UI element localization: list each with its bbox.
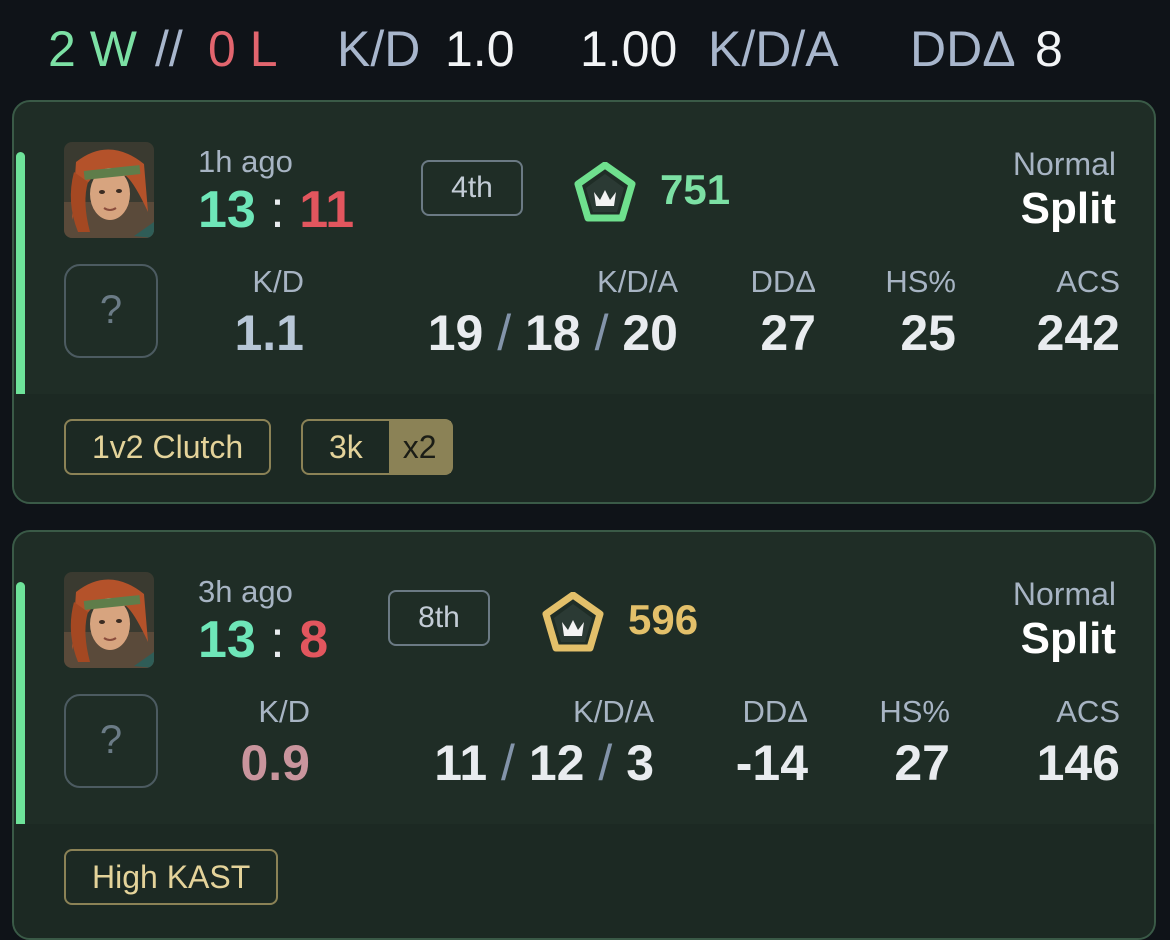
kda-slash: / [598, 735, 613, 791]
stat-label-hs: HS% [879, 694, 950, 729]
kills: 11 [434, 735, 488, 791]
dda-label: DDΔ [910, 21, 1016, 77]
stat-kd: 1.1 [234, 305, 304, 361]
game-mode: Normal [1012, 576, 1116, 612]
stat-hs: 27 [894, 735, 950, 791]
stat-acs: 242 [1036, 305, 1120, 361]
stat-kda: 19 / 18 / 20 [344, 304, 678, 362]
map-name: Split [1020, 184, 1116, 233]
score-enemy: 8 [299, 611, 329, 669]
stat-label-dda: DDΔ [750, 264, 816, 299]
tag-multikill[interactable]: 3k x2 [301, 419, 453, 475]
rank-emblem-green-icon [574, 162, 636, 224]
stat-dda: 27 [760, 305, 816, 361]
kda-value: 1.00 [580, 21, 678, 77]
kda-slash: / [594, 305, 609, 361]
kd-label: K/D [337, 21, 421, 77]
stat-kda: 11 / 12 / 3 [344, 734, 654, 792]
assists: 20 [622, 305, 678, 361]
losses-count: 0 L [208, 21, 278, 77]
tag-clutch[interactable]: 1v2 Clutch [64, 419, 272, 475]
rank-rating: 751 [660, 166, 731, 213]
placement-badge: 8th [388, 590, 490, 646]
agent-avatar-icon [64, 572, 154, 668]
unknown-rank-icon: ? [64, 694, 158, 788]
score-enemy: 11 [299, 181, 355, 239]
deaths: 18 [525, 305, 581, 361]
stat-label-kd: K/D [258, 694, 310, 729]
unknown-rank-icon: ? [64, 264, 158, 358]
stat-dda: -14 [735, 735, 808, 791]
deaths: 12 [528, 735, 585, 791]
stat-label-acs: ACS [1056, 264, 1120, 299]
dda-value: 8 [1035, 21, 1063, 77]
summary-bar: 2 W // 0 L K/D 1.0 1.00 K/D/A DDΔ 8 [0, 0, 1170, 100]
stat-label-hs: HS% [885, 264, 956, 299]
stat-kd: 0.9 [240, 735, 310, 791]
stat-label-dda: DDΔ [742, 694, 808, 729]
stat-label-kd: K/D [252, 264, 304, 299]
score-team: 13 [198, 181, 256, 239]
kd-value: 1.0 [445, 21, 515, 77]
assists: 3 [626, 735, 654, 791]
kills: 19 [427, 305, 484, 361]
kda-label: K/D/A [708, 21, 839, 77]
match-score: 13 : 11 [198, 180, 354, 240]
score-separator: : [270, 611, 285, 669]
score-team: 13 [198, 611, 256, 669]
rank-rating: 596 [628, 596, 699, 643]
stat-acs: 146 [1036, 735, 1120, 791]
stat-label-kda: K/D/A [573, 694, 654, 729]
rank-emblem-gold-icon [542, 592, 604, 654]
wins-count: 2 W [48, 21, 137, 77]
match-time-ago: 3h ago [198, 574, 293, 609]
score-separator: : [270, 181, 285, 239]
placement-badge: 4th [421, 160, 523, 216]
tag-multiplier: x2 [388, 421, 451, 473]
stat-label-acs: ACS [1056, 694, 1120, 729]
match-time-ago: 1h ago [198, 144, 293, 179]
map-name: Split [1020, 614, 1116, 663]
kda-slash: / [497, 305, 512, 361]
agent-avatar-icon [64, 142, 154, 238]
kda-slash: / [501, 735, 515, 791]
match-card[interactable]: 1h ago 13 : 11 4th 751 Normal Split ? K/… [12, 100, 1156, 504]
stat-hs: 25 [900, 305, 956, 361]
match-card[interactable]: 3h ago 13 : 8 8th 596 Normal Split ? K/D… [12, 530, 1156, 940]
summary-separator: // [155, 21, 183, 77]
game-mode: Normal [1012, 146, 1116, 182]
stat-label-kda: K/D/A [597, 264, 678, 299]
match-score: 13 : 8 [198, 610, 328, 670]
tag-high-kast[interactable]: High KAST [64, 849, 279, 905]
